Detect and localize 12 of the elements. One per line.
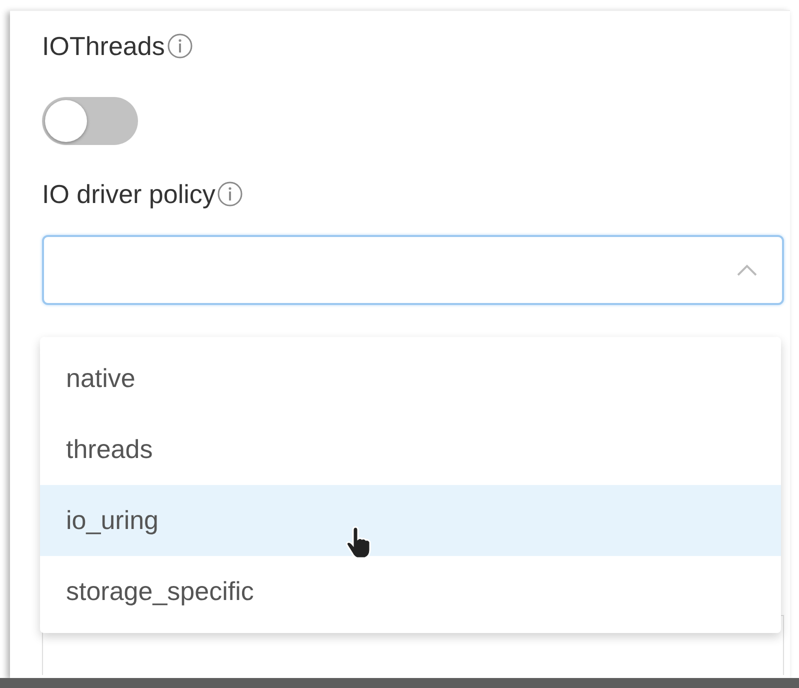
dropdown-option[interactable]: native bbox=[40, 343, 781, 414]
select-field[interactable] bbox=[42, 235, 784, 305]
dropdown-option[interactable]: threads bbox=[40, 414, 781, 485]
hand-cursor-icon bbox=[345, 526, 373, 560]
dropdown-option[interactable]: io_uring bbox=[40, 485, 781, 556]
field-label: IO driver policy bbox=[42, 179, 216, 209]
toggle-switch[interactable] bbox=[42, 97, 138, 145]
caret-icon bbox=[736, 263, 758, 277]
dropdown-option[interactable]: storage_specific bbox=[40, 556, 781, 627]
info-icon[interactable] bbox=[217, 181, 244, 207]
info-icon[interactable] bbox=[166, 33, 193, 59]
field-label: IOThreads bbox=[42, 31, 165, 61]
